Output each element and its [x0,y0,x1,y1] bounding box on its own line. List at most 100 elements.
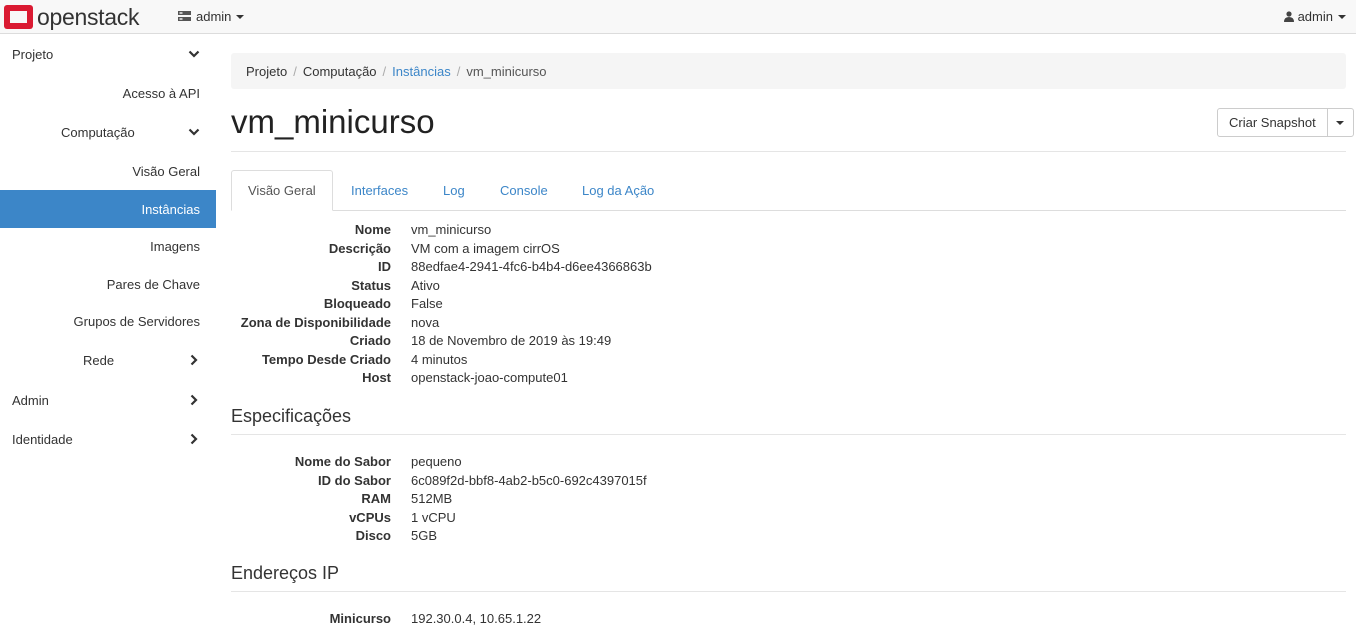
detail-value: 18 de Novembro de 2019 às 19:49 [411,333,612,348]
detail-value: 6c089f2d-bbf8-4ab2-b5c0-692c4397015f [411,472,647,488]
sidebar-item-rede[interactable]: Rede [0,341,216,379]
detail-key: Status [351,277,391,293]
detail-row-id: ID 88edfae4-2941-4fc6-b4b4-d6ee4366863b [231,258,931,276]
chevron-down-icon [188,50,200,58]
sidebar-item-label: Visão Geral [132,163,200,179]
detail-key: vCPUs [349,509,391,525]
sidebar-item-label: Identidade [12,431,73,447]
snapshot-actions-dropdown-toggle[interactable] [1328,109,1353,136]
breadcrumb-separator: / [382,63,387,79]
detail-key: Disco [355,528,391,543]
detail-key: Criado [349,333,391,348]
breadcrumb-item-computacao: Computação [302,63,377,79]
breadcrumb-current: vm_minicurso [466,63,547,79]
detail-key: Host [362,370,391,385]
detail-row-tempo: Tempo Desde Criado 4 minutos [231,351,931,369]
detail-row-disco: Disco 5GB [231,527,931,545]
sidebar-item-visao-geral[interactable]: Visão Geral [0,152,216,190]
breadcrumb-separator: / [456,63,461,79]
detail-value: VM com a imagem cirrOS [411,240,560,256]
openstack-logo[interactable]: openstack [4,3,139,31]
sidebar-item-projeto[interactable]: Projeto [0,35,216,73]
tab-visao-geral[interactable]: Visão Geral [231,170,333,211]
snapshot-button-group: Criar Snapshot [1217,108,1354,137]
detail-key: ID [378,259,391,274]
title-divider [231,151,1346,152]
detail-value: 88edfae4-2941-4fc6-b4b4-d6ee4366863b [411,259,652,274]
project-selector[interactable]: admin [178,9,245,24]
detail-row-status: Status Ativo [231,277,931,295]
detail-row-vcpus: vCPUs 1 vCPU [231,509,931,527]
tab-log[interactable]: Log [427,170,481,211]
detail-key: ID do Sabor [318,472,391,488]
sidebar-item-instancias[interactable]: Instâncias [0,190,216,228]
tab-interfaces[interactable]: Interfaces [335,170,424,211]
sidebar-item-label: Computação [61,124,135,140]
sidebar: Projeto Acesso à API Computação Visão Ge… [0,35,216,627]
detail-value: vm_minicurso [411,222,492,237]
detail-row-id-sabor: ID do Sabor 6c089f2d-bbf8-4ab2-b5c0-692c4… [231,472,931,490]
detail-row-nome: Nome vm_minicurso [231,221,931,239]
detail-row-criado: Criado 18 de Novembro de 2019 às 19:49 [231,332,931,350]
sidebar-item-label: Projeto [12,46,54,62]
section-heading-ips: Endereços IP [231,563,340,583]
sidebar-item-admin[interactable]: Admin [0,381,216,419]
detail-key: Nome [354,222,391,237]
breadcrumb: Projeto / Computação / Instâncias / vm_m… [231,53,1346,89]
detail-value: pequeno [411,454,462,469]
detail-value: 192.30.0.4, 10.65.1.22 [411,611,542,626]
detail-value: 1 vCPU [411,509,456,525]
sidebar-item-label: Rede [83,352,115,368]
sidebar-item-label: Grupos de Servidores [73,313,200,329]
detail-key: Nome do Sabor [294,454,391,469]
detail-row-bloqueado: Bloqueado False [231,295,931,313]
detail-value: 512MB [411,491,453,506]
detail-row-ram: RAM 512MB [231,490,931,508]
sidebar-item-identidade[interactable]: Identidade [0,420,216,458]
user-menu[interactable]: admin [1283,9,1346,24]
detail-tabs: Visão Geral Interfaces Log Console Log d… [231,170,1346,211]
detail-value: Ativo [411,277,440,293]
sidebar-item-grupos-de-servidores[interactable]: Grupos de Servidores [0,302,216,340]
project-selector-label: admin [196,9,232,24]
caret-down-icon [236,14,245,19]
breadcrumb-item-projeto: Projeto [246,63,288,79]
detail-key: RAM [361,491,391,506]
section-divider [231,591,1346,592]
section-heading-specs: Especificações [231,406,352,426]
tab-console[interactable]: Console [484,170,564,211]
detail-value: 4 minutos [411,351,468,367]
chevron-right-icon [190,354,198,366]
user-icon [1283,11,1294,22]
openstack-logo-icon [4,5,33,29]
sidebar-item-pares-de-chave[interactable]: Pares de Chave [0,265,216,303]
detail-key: Descrição [328,240,391,256]
chevron-right-icon [190,394,198,406]
detail-value: 5GB [411,528,438,543]
caret-down-icon [1336,120,1345,125]
top-navbar: openstack admin admin [0,0,1356,34]
sidebar-item-label: Acesso à API [122,85,200,101]
caret-down-icon [1338,14,1346,19]
user-menu-label: admin [1297,9,1333,24]
detail-value: False [411,296,443,311]
sidebar-item-label: Instâncias [141,201,200,217]
detail-key: Zona de Disponibilidade [240,314,391,330]
tab-log-da-acao[interactable]: Log da Ação [566,170,670,211]
detail-key: Tempo Desde Criado [261,351,391,367]
sidebar-item-label: Admin [12,392,49,408]
detail-row-descricao: Descrição VM com a imagem cirrOS [231,240,931,258]
sidebar-item-label: Pares de Chave [106,276,200,292]
brand-name: openstack [37,3,140,30]
create-snapshot-button[interactable]: Criar Snapshot [1218,109,1328,136]
server-icon [178,11,191,21]
chevron-right-icon [190,433,198,445]
detail-value: nova [411,314,440,330]
sidebar-item-imagens[interactable]: Imagens [0,227,216,265]
sidebar-item-computacao[interactable]: Computação [0,113,216,151]
detail-row-nome-sabor: Nome do Sabor pequeno [231,453,931,471]
detail-row-minicurso: Minicurso 192.30.0.4, 10.65.1.22 [231,610,931,627]
detail-row-host: Host openstack-joao-compute01 [231,369,931,387]
breadcrumb-link-instancias[interactable]: Instâncias [392,64,451,79]
sidebar-item-acesso-api[interactable]: Acesso à API [0,74,216,112]
